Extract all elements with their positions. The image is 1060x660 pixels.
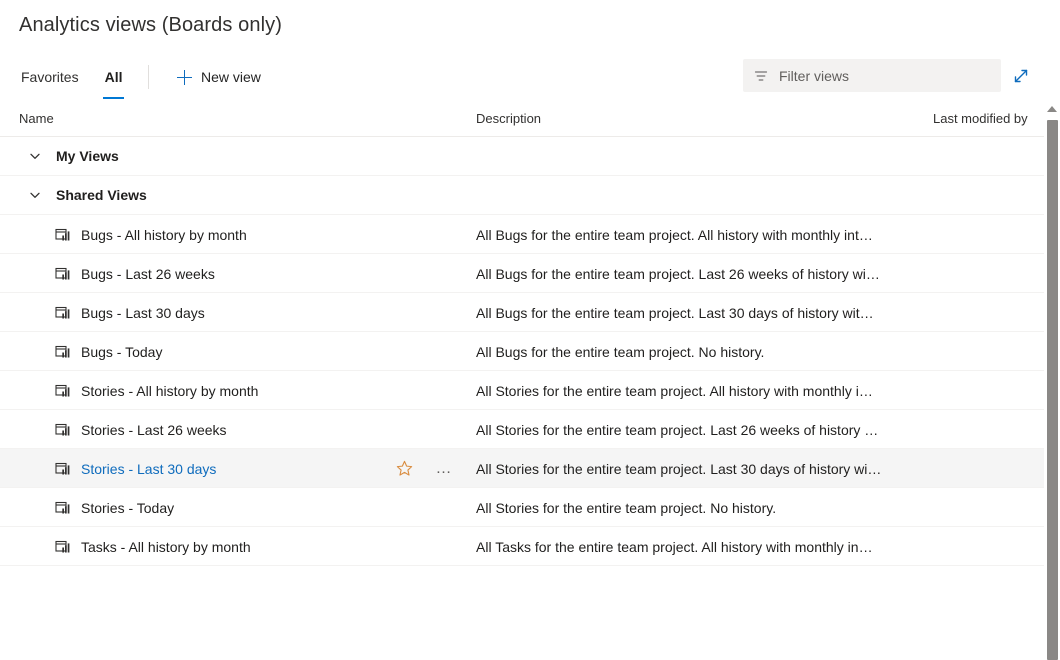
analytics-view-icon [55, 461, 71, 477]
table-row[interactable]: Bugs - All history by month All Bugs for … [0, 215, 1060, 254]
tab-favorites-label: Favorites [21, 69, 79, 85]
group-row-label: Shared Views [56, 187, 147, 203]
expand-diagonal-icon[interactable] [1009, 64, 1033, 88]
chevron-down-icon[interactable] [28, 149, 42, 163]
analytics-view-icon [55, 227, 71, 243]
view-name-link[interactable]: Bugs - All history by month [81, 227, 247, 243]
analytics-view-icon [55, 344, 71, 360]
row-name-cell[interactable]: Bugs - All history by month [55, 215, 247, 254]
row-description-cell: All Bugs for the entire team project. La… [476, 265, 880, 282]
analytics-view-icon [55, 539, 71, 555]
row-name-cell[interactable]: Bugs - Last 26 weeks [55, 254, 215, 293]
analytics-view-icon [55, 500, 71, 516]
analytics-view-icon [55, 422, 71, 438]
analytics-view-icon [55, 266, 71, 282]
view-name-link[interactable]: Stories - Last 30 days [81, 461, 216, 477]
table-header-row: Name Description Last modified by [0, 100, 1060, 137]
analytics-view-icon [55, 383, 71, 399]
view-name-link[interactable]: Bugs - Last 30 days [81, 305, 205, 321]
group-row[interactable]: Shared Views [0, 176, 1060, 215]
row-actions: … [390, 449, 458, 488]
group-row-label: My Views [56, 148, 119, 164]
tab-all-label: All [104, 69, 123, 85]
view-name-link[interactable]: Stories - All history by month [81, 383, 258, 399]
new-view-button[interactable]: New view [171, 58, 267, 96]
scroll-up-arrow-icon[interactable] [1044, 102, 1060, 116]
row-name-cell[interactable]: Bugs - Today [55, 332, 162, 371]
vertical-scrollbar[interactable] [1044, 100, 1060, 660]
view-name-link[interactable]: Bugs - Today [81, 344, 162, 360]
view-name-link[interactable]: Bugs - Last 26 weeks [81, 266, 215, 282]
new-view-button-label: New view [201, 69, 261, 85]
more-ellipsis-icon[interactable]: … [430, 455, 458, 483]
table-row[interactable]: Stories - All history by month All Storie… [0, 371, 1060, 410]
filter-views-box[interactable] [743, 59, 1001, 92]
page-title: Analytics views (Boards only) [19, 14, 282, 36]
table-row[interactable]: Stories - Today All Stories for the entir… [0, 488, 1060, 527]
row-description-cell: All Tasks for the entire team project. A… [476, 538, 873, 555]
scroll-thumb[interactable] [1047, 120, 1058, 660]
group-row[interactable]: My Views [0, 137, 1060, 176]
pivot-tabs: Favorites All [19, 58, 146, 99]
star-outline-icon[interactable] [390, 455, 418, 483]
row-name-cell[interactable]: Stories - Last 26 weeks [55, 410, 227, 449]
table-row[interactable]: Bugs - Last 30 days All Bugs for the enti… [0, 293, 1060, 332]
table-body: My Views Shared Views Bugs - All history b… [0, 137, 1060, 566]
row-description-cell: All Bugs for the entire team project. No… [476, 343, 765, 360]
chevron-down-icon[interactable] [28, 188, 42, 202]
more-ellipsis-glyph: … [435, 459, 453, 477]
tab-favorites[interactable]: Favorites [19, 58, 81, 96]
analytics-views-page: Analytics views (Boards only) Favorites … [0, 0, 1060, 660]
row-name-cell[interactable]: Stories - Today [55, 488, 174, 527]
row-description-cell: All Stories for the entire team project.… [476, 382, 873, 399]
plus-icon [177, 69, 192, 85]
column-header-name[interactable]: Name [19, 111, 54, 126]
row-description-cell: All Stories for the entire team project.… [476, 499, 777, 516]
views-table: Name Description Last modified by My Vie… [0, 100, 1060, 576]
column-header-description[interactable]: Description [476, 111, 541, 126]
filter-views-input[interactable] [779, 67, 991, 84]
table-row[interactable]: Stories - Last 26 weeks All Stories for t… [0, 410, 1060, 449]
row-name-cell[interactable]: Bugs - Last 30 days [55, 293, 205, 332]
row-description-cell: All Bugs for the entire team project. La… [476, 304, 874, 321]
row-description-cell: All Stories for the entire team project.… [476, 421, 879, 438]
view-name-link[interactable]: Tasks - All history by month [81, 539, 251, 555]
view-name-link[interactable]: Stories - Today [81, 500, 174, 516]
row-description-cell: All Bugs for the entire team project. Al… [476, 226, 873, 243]
scroll-up-arrow-glyph [1047, 106, 1057, 112]
filter-icon [753, 68, 769, 84]
table-row[interactable]: Tasks - All history by month All Tasks fo… [0, 527, 1060, 566]
table-row[interactable]: Bugs - Last 26 weeks All Bugs for the ent… [0, 254, 1060, 293]
row-name-cell[interactable]: Stories - All history by month [55, 371, 258, 410]
tab-all[interactable]: All [102, 58, 125, 99]
table-row[interactable]: Stories - Last 30 days … All Stories for t… [0, 449, 1060, 488]
row-name-cell[interactable]: Tasks - All history by month [55, 527, 251, 566]
command-bar-divider [148, 65, 149, 89]
view-name-link[interactable]: Stories - Last 26 weeks [81, 422, 227, 438]
column-header-last-modified-by[interactable]: Last modified by [933, 111, 1028, 126]
table-row[interactable]: Bugs - Today All Bugs for the entire team… [0, 332, 1060, 371]
analytics-view-icon [55, 305, 71, 321]
row-description-cell: All Stories for the entire team project.… [476, 460, 882, 477]
row-name-cell[interactable]: Stories - Last 30 days [55, 449, 216, 488]
